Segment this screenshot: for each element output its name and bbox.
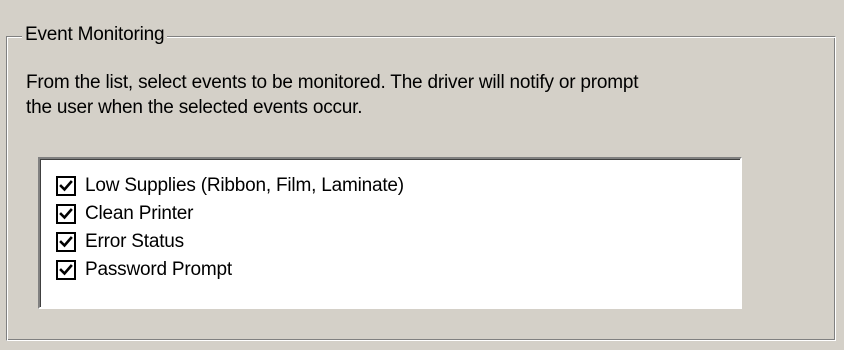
instructions-text: From the list, select events to be monit… xyxy=(26,70,786,120)
event-label: Clean Printer xyxy=(85,203,194,224)
event-item-clean-printer[interactable]: Clean Printer xyxy=(40,200,740,228)
checkmark-icon xyxy=(59,236,73,248)
event-label: Low Supplies (Ribbon, Film, Laminate) xyxy=(85,175,404,196)
event-label: Error Status xyxy=(85,231,184,252)
checkmark-icon xyxy=(59,180,73,192)
password-prompt-checkbox[interactable] xyxy=(56,260,76,280)
checkmark-icon xyxy=(59,264,73,276)
event-label: Password Prompt xyxy=(85,259,232,280)
instructions-line-2: the user when the selected events occur. xyxy=(26,97,363,118)
event-checklist[interactable]: Low Supplies (Ribbon, Film, Laminate) Cl… xyxy=(38,157,742,309)
groupbox-title: Event Monitoring xyxy=(22,22,168,48)
event-item-password-prompt[interactable]: Password Prompt xyxy=(40,256,740,284)
low-supplies-checkbox[interactable] xyxy=(56,176,76,196)
checkmark-icon xyxy=(59,208,73,220)
clean-printer-checkbox[interactable] xyxy=(56,204,76,224)
instructions-line-1: From the list, select events to be monit… xyxy=(26,72,639,93)
error-status-checkbox[interactable] xyxy=(56,232,76,252)
event-item-error-status[interactable]: Error Status xyxy=(40,228,740,256)
event-item-low-supplies[interactable]: Low Supplies (Ribbon, Film, Laminate) xyxy=(40,172,740,200)
